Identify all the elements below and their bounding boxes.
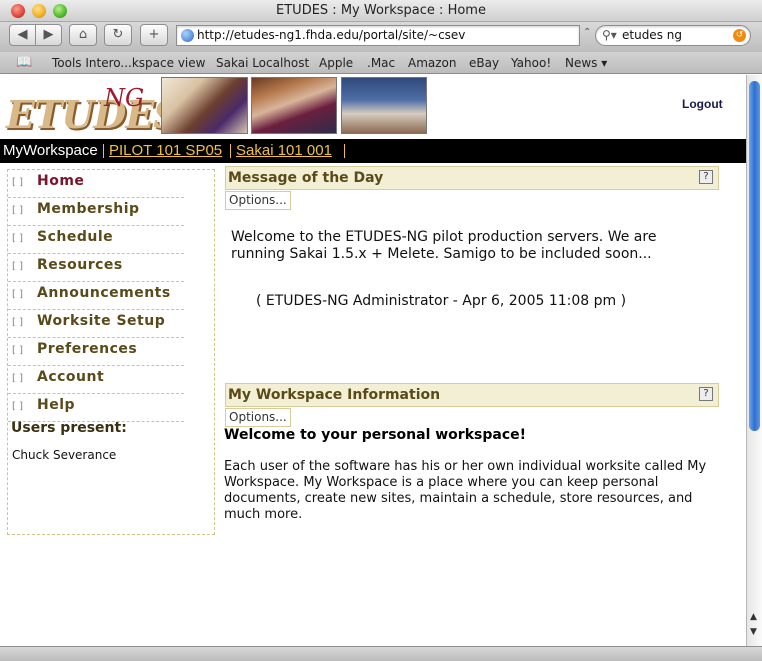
motd-header: Message of the Day ?: [225, 166, 719, 190]
tool-label: Help: [37, 397, 76, 413]
reload-icon: ↻: [112, 27, 124, 42]
address-bar[interactable]: http://etudes-ng1.fhda.edu/portal/site/~…: [176, 25, 580, 46]
present-user-name: Chuck Severance: [12, 448, 117, 462]
forward-arrow-icon: ▶: [43, 27, 54, 42]
banner-photo-students: [251, 77, 337, 134]
tool-icon: [ ]: [12, 401, 23, 412]
search-icon: ⚲▾: [602, 28, 617, 42]
workspace-welcome-heading: Welcome to your personal workspace!: [224, 427, 526, 443]
search-field[interactable]: ⚲▾ etudes ng ↺: [595, 25, 751, 46]
back-arrow-icon: ◀: [17, 27, 28, 42]
vertical-scrollbar[interactable]: ▲ ▼: [746, 75, 762, 646]
bookmark-item[interactable]: .Mac: [367, 56, 395, 70]
window-title: ETUDES : My Workspace : Home: [276, 3, 486, 18]
home-button[interactable]: ⌂: [69, 24, 97, 46]
bookmark-item[interactable]: Yahoo!: [511, 56, 551, 70]
tool-icon: [ ]: [12, 317, 23, 328]
workspace-info-title: My Workspace Information: [228, 387, 441, 403]
tool-label: Worksite Setup: [37, 313, 166, 329]
scroll-down-arrow-icon[interactable]: ▼: [750, 627, 757, 637]
web-page: ETUDES NG Logout MyWorkspace PILOT 101 S…: [0, 75, 746, 646]
bookmark-item[interactable]: News ▾: [565, 56, 607, 70]
plus-icon: +: [148, 27, 160, 42]
tool-item-membership[interactable]: [ ] Membership: [8, 198, 184, 226]
tool-label: Preferences: [37, 341, 138, 357]
window-titlebar: ETUDES : My Workspace : Home: [0, 0, 762, 22]
scroll-up-arrow-icon[interactable]: ▲: [750, 612, 757, 622]
workspace-info-options-button[interactable]: Options...: [225, 408, 291, 427]
bookmark-item[interactable]: eBay: [469, 56, 499, 70]
site-tab-pilot-101[interactable]: PILOT 101 SP05: [109, 139, 222, 163]
tool-label: Announcements: [37, 285, 171, 301]
site-tab-myworkspace[interactable]: MyWorkspace: [3, 139, 98, 163]
tool-item-schedule[interactable]: [ ] Schedule: [8, 226, 184, 254]
add-bookmark-button[interactable]: +: [140, 24, 168, 46]
tool-icon: [ ]: [12, 233, 23, 244]
help-icon[interactable]: ?: [699, 170, 713, 184]
tool-icon: [ ]: [12, 205, 23, 216]
logo-text: ETUDES: [6, 92, 181, 137]
tool-label: Resources: [37, 257, 123, 273]
logo-suffix: NG: [104, 84, 145, 112]
site-navigation-bar: MyWorkspace PILOT 101 SP05 Sakai 101 001: [0, 139, 746, 163]
bookmark-item[interactable]: Amazon: [408, 56, 457, 70]
bookmark-item[interactable]: Tools Intero...kspace view: [52, 56, 205, 70]
motd-options-button[interactable]: Options...: [225, 191, 291, 210]
tool-item-resources[interactable]: [ ] Resources: [8, 254, 184, 282]
site-tab-sakai-101[interactable]: Sakai 101 001: [236, 139, 332, 163]
home-icon: ⌂: [78, 27, 88, 42]
address-dropdown-icon[interactable]: ⌃: [583, 27, 591, 38]
bookmarks-book-icon[interactable]: 📖: [16, 55, 32, 70]
search-field-value: etudes ng: [622, 28, 682, 42]
help-icon[interactable]: ?: [699, 387, 713, 401]
site-separator: [230, 144, 231, 158]
tool-icon: [ ]: [12, 373, 23, 384]
bookmark-item[interactable]: Apple: [319, 56, 353, 70]
tool-icon: [ ]: [12, 345, 23, 356]
globe-icon: [181, 29, 194, 42]
browser-toolbar: ◀ ▶ ⌂ ↻ + http://etudes-ng1.fhda.edu/por…: [0, 22, 762, 52]
site-separator: [344, 144, 345, 158]
tool-icon: [ ]: [12, 289, 23, 300]
tool-item-home[interactable]: [ ] Home: [8, 170, 184, 198]
bookmarks-bar: 📖 Tools Intero...kspace view Sakai Local…: [0, 52, 762, 74]
forward-button[interactable]: ▶: [35, 24, 62, 46]
users-present-title: Users present:: [11, 420, 127, 436]
address-bar-url: http://etudes-ng1.fhda.edu/portal/site/~…: [197, 28, 466, 42]
motd-signature: ( ETUDES-NG Administrator - Apr 6, 2005 …: [256, 293, 627, 309]
reload-button[interactable]: ↻: [104, 24, 132, 46]
tool-item-preferences[interactable]: [ ] Preferences: [8, 338, 184, 366]
workspace-info-header: My Workspace Information ?: [225, 383, 719, 407]
logout-link[interactable]: Logout: [682, 97, 723, 111]
tool-label: Account: [37, 369, 105, 385]
tool-item-announcements[interactable]: [ ] Announcements: [8, 282, 184, 310]
tool-item-worksite-setup[interactable]: [ ] Worksite Setup: [8, 310, 184, 338]
tool-item-account[interactable]: [ ] Account: [8, 366, 184, 394]
banner-photo-classroom: [341, 77, 427, 134]
tool-label: Home: [37, 173, 85, 189]
tool-label: Membership: [37, 201, 140, 217]
site-separator: [103, 144, 104, 158]
snapback-icon[interactable]: ↺: [733, 29, 746, 42]
workspace-description: Each user of the software has his or her…: [224, 459, 707, 522]
etudes-logo: ETUDES NG: [4, 80, 181, 138]
motd-title: Message of the Day: [228, 170, 384, 186]
tool-label: Schedule: [37, 229, 114, 245]
status-bar: [0, 646, 762, 661]
banner-photo-graduation: [161, 77, 248, 134]
scrollbar-thumb[interactable]: [749, 81, 760, 431]
tool-icon: [ ]: [12, 177, 23, 188]
tool-icon: [ ]: [12, 261, 23, 272]
tool-item-help[interactable]: [ ] Help: [8, 394, 184, 422]
tool-menu: [ ] Home [ ] Membership [ ] Schedule [ ]…: [7, 169, 215, 535]
motd-message: Welcome to the ETUDES-NG pilot productio…: [231, 229, 657, 262]
bookmark-item[interactable]: Sakai Localhost: [216, 56, 309, 70]
back-button[interactable]: ◀: [9, 24, 36, 46]
